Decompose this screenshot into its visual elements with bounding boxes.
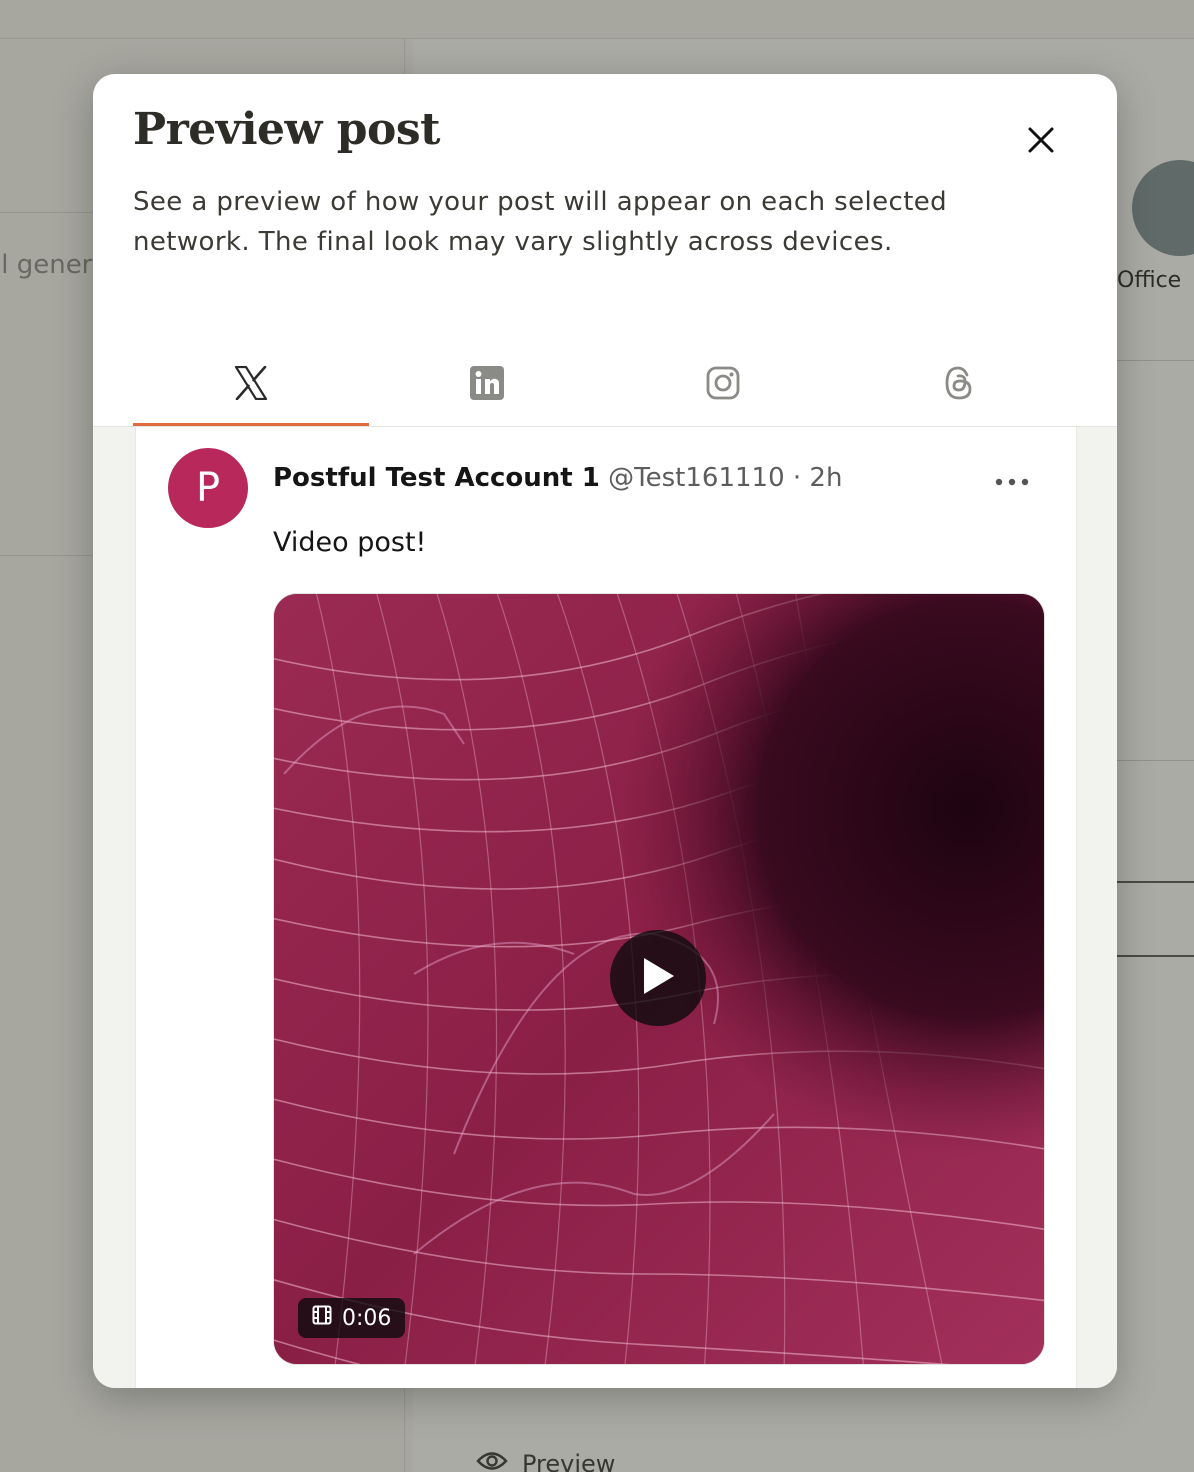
film-icon: [312, 1305, 332, 1331]
linkedin-icon: [470, 366, 504, 404]
tweet-header: Postful Test Account 1 @Test161110 · 2h: [273, 463, 842, 493]
tweet-card: P Postful Test Account 1 @Test161110 · 2…: [135, 427, 1077, 1388]
avatar: P: [168, 448, 248, 528]
threads-icon: [943, 365, 975, 405]
account-name: Postful Test Account 1: [273, 463, 600, 493]
tweet-text: Video post!: [273, 527, 427, 558]
network-tabs: [133, 342, 1077, 428]
tab-linkedin[interactable]: [369, 342, 605, 428]
more-options-button[interactable]: [994, 467, 1030, 493]
more-horizontal-icon: [995, 471, 1029, 490]
instagram-icon: [706, 366, 740, 404]
modal-description: See a preview of how your post will appe…: [133, 187, 948, 257]
close-button[interactable]: [1021, 122, 1061, 162]
preview-post-modal: Preview post See a preview of how your p…: [93, 74, 1117, 1388]
tab-x[interactable]: [133, 342, 369, 428]
tab-threads[interactable]: [841, 342, 1077, 428]
tab-instagram[interactable]: [605, 342, 841, 428]
play-icon: [640, 956, 676, 1000]
account-handle-time: @Test161110 · 2h: [608, 463, 843, 493]
modal-title: Preview post: [133, 104, 440, 155]
video-thumbnail[interactable]: 0:06: [273, 593, 1045, 1365]
video-duration-badge: 0:06: [298, 1298, 406, 1338]
avatar-letter: P: [195, 465, 221, 511]
play-button[interactable]: [610, 930, 706, 1026]
preview-area: P Postful Test Account 1 @Test161110 · 2…: [93, 427, 1117, 1388]
close-icon: [1028, 127, 1054, 157]
video-duration: 0:06: [342, 1305, 392, 1331]
x-logo-icon: [234, 365, 268, 404]
